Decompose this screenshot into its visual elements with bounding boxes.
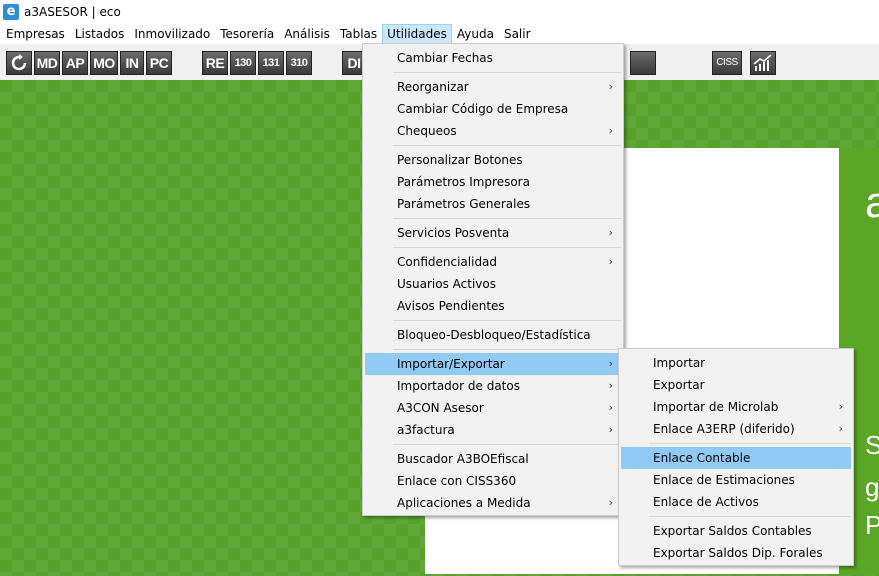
menu-tablas[interactable]: Tablas xyxy=(335,24,382,44)
toolbar-blank-button[interactable] xyxy=(630,51,656,75)
menuitem-bloqueo-desbloqueo[interactable]: Bloqueo-Desbloqueo/Estadística xyxy=(365,324,621,346)
menu-separator xyxy=(649,516,851,517)
toolbar-310-button[interactable]: 310 xyxy=(286,51,312,75)
menuitem-enlace-de-estimaciones[interactable]: Enlace de Estimaciones xyxy=(621,469,851,491)
menu-bar: Empresas Listados Inmovilizado Tesorería… xyxy=(0,24,879,44)
banner-letter-a: a xyxy=(865,178,879,227)
menuitem-importador-de-datos[interactable]: Importador de datos › xyxy=(365,375,621,397)
menu-salir[interactable]: Salir xyxy=(499,24,536,44)
submenu-arrow-icon: › xyxy=(608,124,613,137)
utilidades-dropdown: Cambiar Fechas Reorganizar › Cambiar Códi… xyxy=(362,43,624,516)
menu-utilidades[interactable]: Utilidades xyxy=(382,24,452,44)
window-title: a3ASESOR | eco xyxy=(24,5,121,19)
submenu-arrow-icon: › xyxy=(608,255,613,268)
toolbar-re-button[interactable]: RE xyxy=(202,51,228,75)
toolbar-md-button[interactable]: MD xyxy=(34,51,60,75)
menu-separator xyxy=(393,247,621,248)
app-logo-icon: e xyxy=(3,4,19,20)
menuitem-importar[interactable]: Importar xyxy=(621,352,851,374)
menuitem-buscador-a3boefiscal[interactable]: Buscador A3BOEfiscal xyxy=(365,448,621,470)
toolbar-mo-button[interactable]: MO xyxy=(90,51,118,75)
toolbar-131-button[interactable]: 131 xyxy=(258,51,284,75)
menu-analisis[interactable]: Análisis xyxy=(279,24,335,44)
menu-separator xyxy=(393,218,621,219)
menu-separator xyxy=(649,443,851,444)
menuitem-importar-de-microlab[interactable]: Importar de Microlab › xyxy=(621,396,851,418)
chart-button[interactable] xyxy=(750,51,776,75)
menu-empresas[interactable]: Empresas xyxy=(1,24,70,44)
menuitem-exportar-saldos-contables[interactable]: Exportar Saldos Contables xyxy=(621,520,851,542)
refresh-button[interactable] xyxy=(6,51,32,75)
importar-exportar-submenu: Importar Exportar Importar de Microlab › … xyxy=(618,348,854,566)
submenu-arrow-icon: › xyxy=(838,422,843,435)
submenu-arrow-icon: › xyxy=(838,400,843,413)
menuitem-chequeos[interactable]: Chequeos › xyxy=(365,120,621,142)
menuitem-personalizar-botones[interactable]: Personalizar Botones xyxy=(365,149,621,171)
menuitem-avisos-pendientes[interactable]: Avisos Pendientes xyxy=(365,295,621,317)
refresh-icon xyxy=(11,54,27,71)
menu-inmovilizado[interactable]: Inmovilizado xyxy=(129,24,215,44)
banner-letter-g: g xyxy=(865,472,879,502)
toolbar-pc-button[interactable]: PC xyxy=(146,51,172,75)
menuitem-aplicaciones-a-medida[interactable]: Aplicaciones a Medida › xyxy=(365,492,621,514)
menu-separator xyxy=(393,72,621,73)
chart-trend-icon xyxy=(753,54,772,71)
menu-separator xyxy=(393,320,621,321)
toolbar-ap-button[interactable]: AP xyxy=(62,51,88,75)
title-bar: e a3ASESOR | eco xyxy=(0,0,879,24)
banner-letter-p: P xyxy=(865,510,879,540)
menuitem-enlace-de-activos[interactable]: Enlace de Activos xyxy=(621,491,851,513)
submenu-arrow-icon: › xyxy=(608,401,613,414)
menuitem-usuarios-activos[interactable]: Usuarios Activos xyxy=(365,273,621,295)
menuitem-cambiar-codigo-empresa[interactable]: Cambiar Código de Empresa xyxy=(365,98,621,120)
toolbar-ciss-button[interactable]: CISS xyxy=(712,51,742,75)
menuitem-confidencialidad[interactable]: Confidencialidad › xyxy=(365,251,621,273)
toolbar-130-button[interactable]: 130 xyxy=(230,51,256,75)
menu-separator xyxy=(393,349,621,350)
menuitem-servicios-posventa[interactable]: Servicios Posventa › xyxy=(365,222,621,244)
menuitem-a3factura[interactable]: a3factura › xyxy=(365,419,621,441)
submenu-arrow-icon: › xyxy=(608,80,613,93)
submenu-arrow-icon: › xyxy=(608,423,613,436)
menuitem-exportar-saldos-dip-forales[interactable]: Exportar Saldos Dip. Forales xyxy=(621,542,851,564)
menuitem-parametros-generales[interactable]: Parámetros Generales xyxy=(365,193,621,215)
submenu-arrow-icon: › xyxy=(608,226,613,239)
menuitem-a3con-asesor[interactable]: A3CON Asesor › xyxy=(365,397,621,419)
menuitem-enlace-a3erp[interactable]: Enlace A3ERP (diferido) › xyxy=(621,418,851,440)
submenu-arrow-icon: › xyxy=(608,357,613,370)
menu-separator xyxy=(393,145,621,146)
menuitem-reorganizar[interactable]: Reorganizar › xyxy=(365,76,621,98)
menu-listados[interactable]: Listados xyxy=(70,24,130,44)
menu-ayuda[interactable]: Ayuda xyxy=(452,24,499,44)
menu-separator xyxy=(393,444,621,445)
menuitem-enlace-ciss360[interactable]: Enlace con CISS360 xyxy=(365,470,621,492)
menuitem-parametros-impresora[interactable]: Parámetros Impresora xyxy=(365,171,621,193)
submenu-arrow-icon: › xyxy=(608,496,613,509)
menuitem-importar-exportar[interactable]: Importar/Exportar › xyxy=(365,353,621,375)
toolbar-in-button[interactable]: IN xyxy=(120,51,144,75)
menu-tesoreria[interactable]: Tesorería xyxy=(215,24,279,44)
submenu-arrow-icon: › xyxy=(608,379,613,392)
menuitem-enlace-contable[interactable]: Enlace Contable xyxy=(621,447,851,469)
menuitem-cambiar-fechas[interactable]: Cambiar Fechas xyxy=(365,47,621,69)
banner-letter-s: S xyxy=(865,430,879,460)
menuitem-exportar[interactable]: Exportar xyxy=(621,374,851,396)
